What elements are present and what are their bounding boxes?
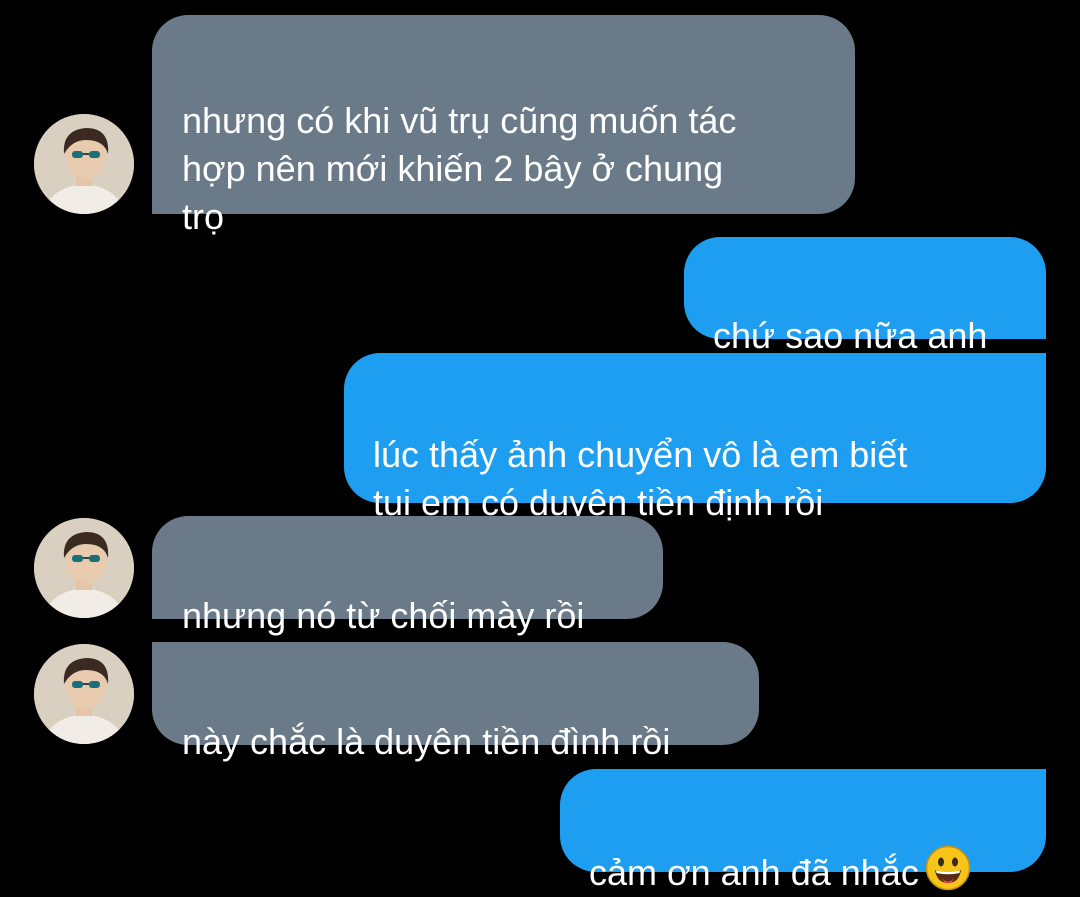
message-text: cảm ơn anh đã nhắc	[589, 852, 919, 893]
contact-avatar[interactable]	[34, 518, 134, 618]
contact-avatar[interactable]	[34, 644, 134, 744]
incoming-message-bubble[interactable]: nhưng có khi vũ trụ cũng muốn tác hợp nê…	[152, 15, 855, 237]
message-text: này chắc là duyên tiền đình rồi	[182, 721, 671, 762]
contact-avatar[interactable]	[34, 114, 134, 214]
incoming-message-bubble[interactable]: nhưng nó từ chối mày rồi	[152, 516, 663, 636]
person-photo-icon	[34, 518, 134, 618]
message-text: nhưng nó từ chối mày rồi	[182, 595, 585, 636]
message-text: lúc thấy ảnh chuyển vô là em biết tụi em…	[373, 434, 908, 523]
incoming-message-bubble[interactable]: này chắc là duyên tiền đình rồi	[152, 642, 759, 762]
grinning-face-with-tongue-icon	[925, 845, 971, 891]
outgoing-message-bubble[interactable]: cảm ơn anh đã nhắc	[560, 769, 1046, 893]
outgoing-message-bubble[interactable]: lúc thấy ảnh chuyển vô là em biết tụi em…	[344, 353, 1046, 523]
message-text: chứ sao nữa anh	[713, 315, 988, 356]
outgoing-message-bubble[interactable]: chứ sao nữa anh	[684, 237, 1046, 356]
person-photo-icon	[34, 644, 134, 744]
message-text: nhưng có khi vũ trụ cũng muốn tác hợp nê…	[182, 100, 737, 237]
person-photo-icon	[34, 114, 134, 214]
